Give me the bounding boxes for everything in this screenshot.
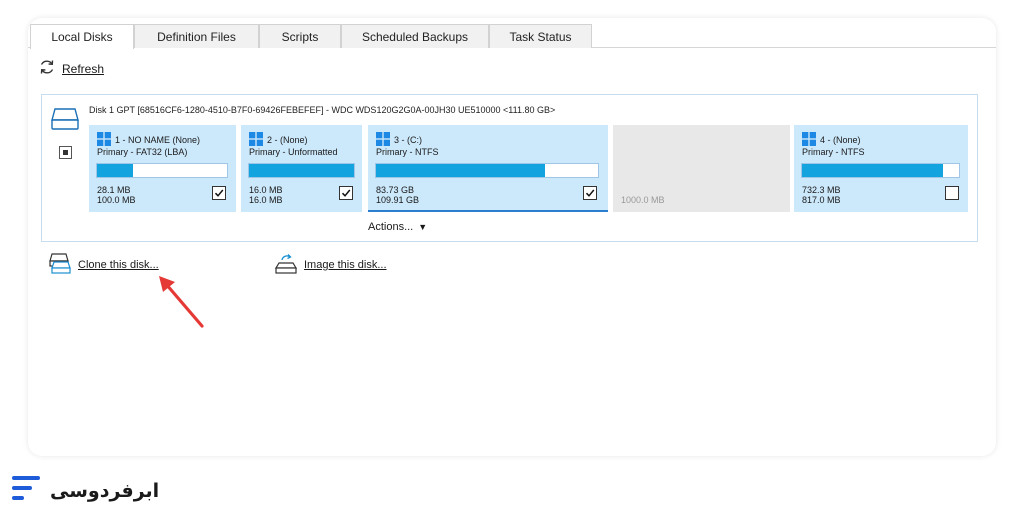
partition-1[interactable]: 1 - NO NAME (None) Primary - FAT32 (LBA)…: [89, 125, 236, 212]
partition-type: Primary - NTFS: [802, 147, 865, 157]
clone-disk-label: Clone this disk...: [78, 259, 159, 271]
partition-checkbox[interactable]: [339, 186, 353, 200]
windows-icon: [802, 132, 816, 148]
clone-disk-icon: [48, 252, 72, 279]
partition-checkbox[interactable]: [945, 186, 959, 200]
refresh-icon: [38, 58, 56, 81]
disk-title: Disk 1 GPT [68516CF6-1280-4510-B7F0-6942…: [89, 105, 556, 115]
partition-type: Primary - NTFS: [376, 147, 439, 157]
app-window: Local Disks Definition Files Scripts Sch…: [28, 18, 996, 456]
usage-fill: [249, 164, 354, 177]
partition-checkbox[interactable]: [583, 186, 597, 200]
usage-fill: [802, 164, 944, 177]
brand-name: ابرفردوسی: [50, 479, 160, 502]
partition-checkbox[interactable]: [212, 186, 226, 200]
refresh-label: Refresh: [62, 62, 105, 76]
partition-header: 4 - (None): [820, 135, 861, 145]
disk-panel: Disk 1 GPT [68516CF6-1280-4510-B7F0-6942…: [41, 94, 978, 242]
partition-2[interactable]: 2 - (None) Primary - Unformatted 16.0 MB…: [241, 125, 362, 212]
disk-select-toggle[interactable]: [59, 146, 72, 159]
partition-used: 16.0 MB: [249, 185, 283, 195]
brand-logo: ابرفردوسی: [12, 474, 159, 507]
checkmark-icon: [585, 189, 595, 197]
partition-header: 3 - (C:): [394, 135, 422, 145]
partition-header: 2 - (None): [267, 135, 308, 145]
checkmark-icon: [341, 189, 351, 197]
partition-type: Primary - FAT32 (LBA): [97, 147, 188, 157]
red-arrow-annotation: [159, 276, 204, 328]
partition-usage-bar: [801, 163, 960, 178]
image-disk-icon: [274, 252, 298, 279]
image-disk-label: Image this disk...: [304, 259, 387, 271]
tab-scripts[interactable]: Scripts: [259, 24, 341, 48]
unallocated-size: 1000.0 MB: [621, 195, 665, 205]
partition-header: 1 - NO NAME (None): [115, 135, 201, 145]
partition-usage-bar: [248, 163, 355, 178]
actions-menu[interactable]: Actions... ▼: [368, 221, 427, 233]
partition-3[interactable]: 3 - (C:) Primary - NTFS 83.73 GB 109.91 …: [368, 125, 608, 212]
partition-used: 732.3 MB: [802, 185, 841, 195]
partition-total: 817.0 MB: [802, 195, 841, 205]
checkmark-icon: [214, 189, 224, 197]
usage-fill: [97, 164, 134, 177]
partition-4[interactable]: 4 - (None) Primary - NTFS 732.3 MB 817.0…: [794, 125, 968, 212]
caret-down-icon: ▼: [418, 222, 428, 232]
windows-icon: [97, 132, 111, 148]
tab-scheduled-backups[interactable]: Scheduled Backups: [341, 24, 489, 48]
partition-used: 28.1 MB: [97, 185, 131, 195]
partition-used: 83.73 GB: [376, 185, 415, 195]
partition-usage-bar: [375, 163, 599, 178]
partition-total: 109.91 GB: [376, 195, 420, 205]
hard-drive-icon: [50, 106, 80, 137]
tab-task-status[interactable]: Task Status: [489, 24, 592, 48]
tab-bar: Local Disks Definition Files Scripts Sch…: [28, 24, 996, 49]
unallocated-space[interactable]: 1000.0 MB: [613, 125, 790, 212]
usage-fill: [376, 164, 545, 177]
image-disk-link[interactable]: Image this disk...: [274, 252, 387, 279]
actions-label: Actions...: [368, 221, 414, 233]
partition-type: Primary - Unformatted: [249, 147, 338, 157]
windows-icon: [249, 132, 263, 148]
refresh-button[interactable]: Refresh: [38, 58, 105, 81]
partition-usage-bar: [96, 163, 228, 178]
windows-icon: [376, 132, 390, 148]
partition-total: 16.0 MB: [249, 195, 283, 205]
partition-total: 100.0 MB: [97, 195, 136, 205]
tab-definition-files[interactable]: Definition Files: [134, 24, 259, 48]
tab-local-disks[interactable]: Local Disks: [30, 24, 134, 49]
menu-lines-icon: [12, 474, 42, 507]
clone-disk-link[interactable]: Clone this disk...: [48, 252, 159, 279]
